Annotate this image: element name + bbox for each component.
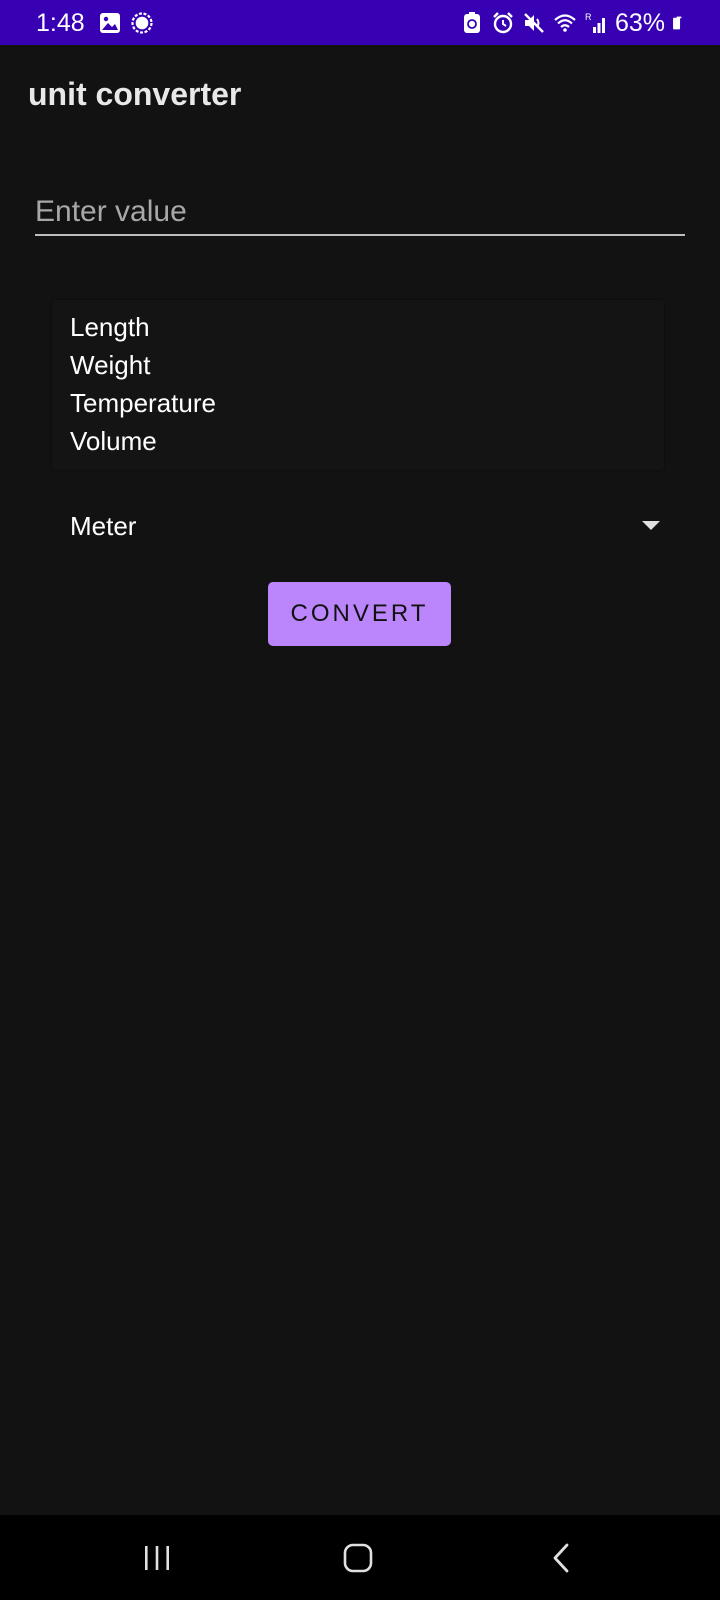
back-button[interactable] — [531, 1533, 591, 1583]
svg-text:R: R — [585, 12, 592, 22]
mute-icon — [524, 13, 544, 33]
status-bar: 1:48 R 63% — [0, 0, 720, 45]
recent-apps-icon — [145, 1546, 169, 1570]
category-item-weight[interactable]: Weight — [52, 346, 664, 384]
category-item-length[interactable]: Length — [52, 308, 664, 346]
messenger-icon — [131, 12, 153, 34]
convert-button[interactable]: CONVERT — [268, 582, 451, 646]
status-right-icons: R 63% — [460, 9, 686, 37]
category-item-volume[interactable]: Volume — [52, 422, 664, 460]
home-button[interactable] — [328, 1533, 388, 1583]
nav-bar — [0, 1515, 720, 1600]
wifi-icon — [554, 14, 576, 32]
signal-icon: R — [585, 12, 605, 33]
unit-spinner-value: Meter — [70, 511, 137, 541]
status-left-icons — [98, 11, 154, 35]
recent-apps-button[interactable] — [127, 1533, 187, 1583]
category-item-temperature[interactable]: Temperature — [52, 384, 664, 422]
dropdown-arrow-icon — [642, 521, 660, 530]
sync-icon — [463, 12, 480, 33]
home-icon — [343, 1543, 373, 1573]
status-time: 1:48 — [36, 9, 85, 37]
battery-percent: 63% — [614, 9, 665, 37]
category-list: Length Weight Temperature Volume — [52, 300, 664, 470]
back-icon — [553, 1543, 569, 1573]
value-input[interactable] — [35, 190, 685, 236]
battery-icon — [673, 16, 682, 30]
screen: 1:48 R 63% unit converter Enter value Le… — [0, 0, 720, 1600]
app-title: unit converter — [28, 76, 242, 112]
gallery-icon — [100, 13, 120, 33]
unit-spinner[interactable]: Meter — [52, 502, 676, 550]
alarm-icon — [493, 12, 513, 34]
